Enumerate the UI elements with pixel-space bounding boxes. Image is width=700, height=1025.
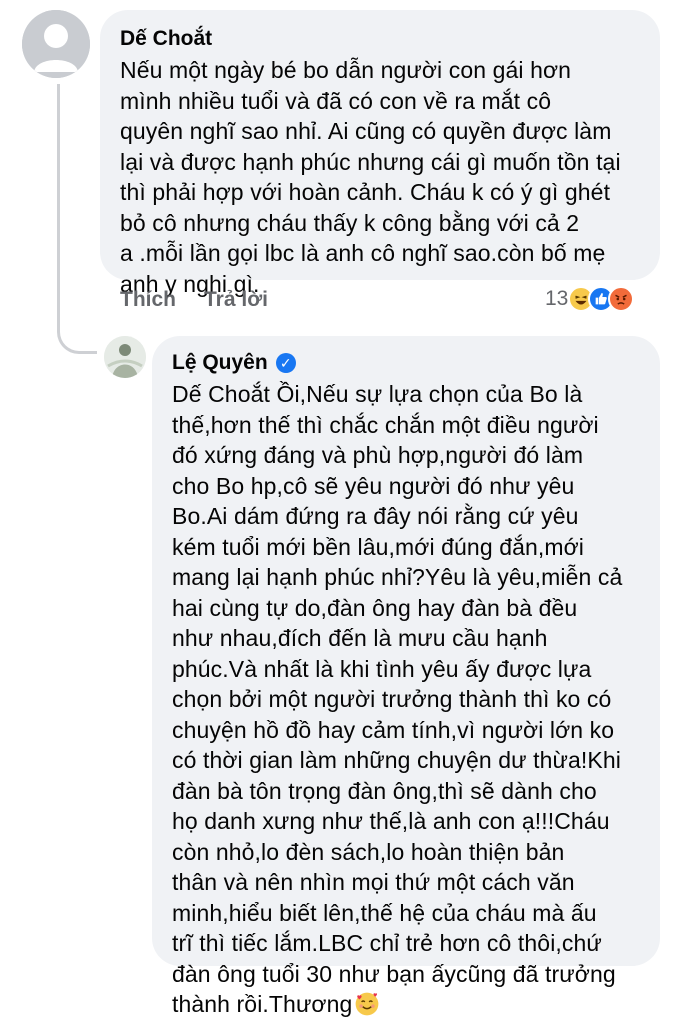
verified-badge-icon: ✓ (275, 353, 296, 373)
reply-avatar[interactable] (104, 336, 146, 378)
reply-button[interactable]: Trả lời (204, 288, 268, 312)
comment-text: Nếu một ngày bé bo dẫn người con gái hơn… (120, 57, 621, 297)
angry-icon (608, 286, 635, 312)
reply-author-row: Lệ Quyên ✓ (172, 350, 642, 376)
avatar[interactable] (22, 10, 90, 78)
reply-text: Dế Choắt Ồi,Nếu sự lựa chọn của Bo là th… (172, 379, 642, 1020)
default-avatar-icon (22, 10, 90, 78)
comment-author[interactable]: Dế Choắt (120, 26, 640, 52)
profile-photo-icon (104, 336, 146, 378)
reaction-summary[interactable]: 13 (545, 286, 635, 312)
comment-bubble: Dế Choắt Nếu một ngày bé bo dẫn người co… (100, 10, 660, 297)
reply-bubble: Lệ Quyên ✓ Dế Choắt Ồi,Nếu sự lựa chọn c… (152, 336, 660, 1017)
thread-connector (57, 84, 97, 354)
reaction-count: 13 (545, 287, 569, 310)
like-button[interactable]: Thích (120, 288, 176, 312)
reply-author[interactable]: Lệ Quyên (172, 350, 268, 376)
reply-text-content: Dế Choắt Ồi,Nếu sự lựa chọn của Bo là th… (172, 381, 623, 1017)
smiling-face-with-hearts-icon (354, 991, 380, 1017)
comment-actions: Thích Trả lời (120, 288, 268, 312)
